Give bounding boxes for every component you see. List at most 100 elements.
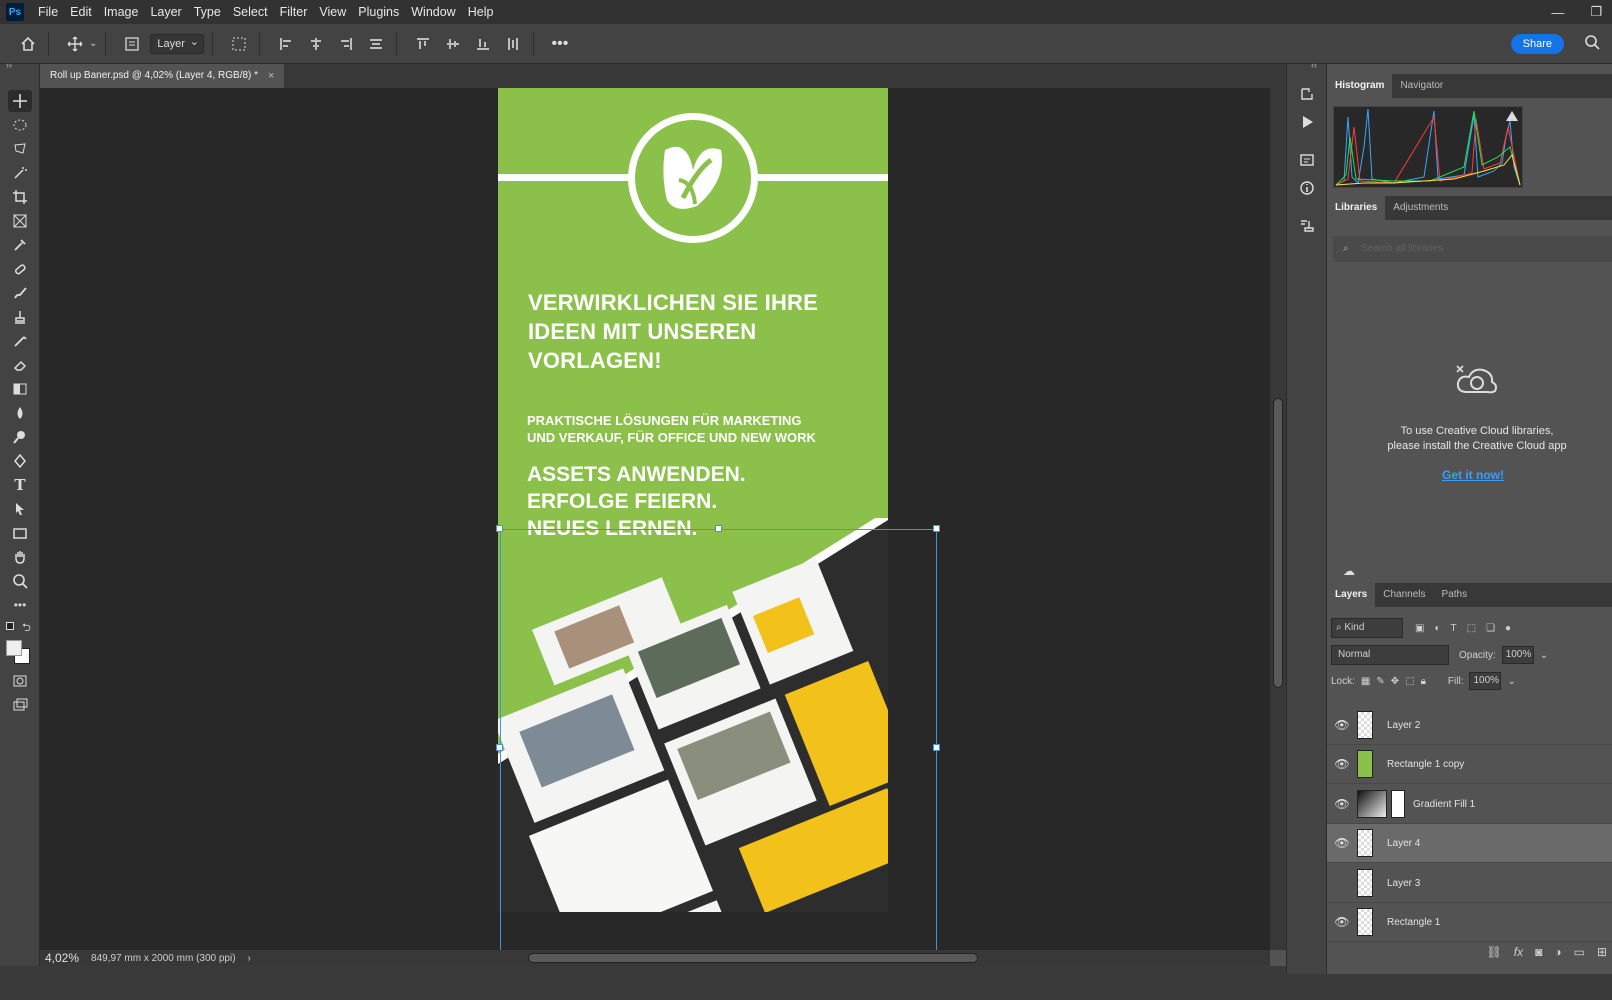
lock-transparent-icon[interactable]: ▦ [1361,676,1370,687]
transform-handle[interactable] [496,525,503,532]
visibility-eye-icon[interactable]: 👁︎ [1327,836,1357,850]
minimize-icon[interactable]: — [1551,5,1564,20]
transform-handle[interactable] [933,525,940,532]
eraser-tool-icon[interactable] [8,354,32,376]
layer-name[interactable]: Layer 3 [1387,878,1420,889]
restore-icon[interactable]: ❐ [1590,4,1602,20]
filter-adjustment-icon[interactable]: ◐ [1434,623,1440,634]
search-icon[interactable] [1584,34,1604,54]
distribute-icon[interactable] [364,32,388,56]
blur-tool-icon[interactable] [8,402,32,424]
lasso-tool-icon[interactable] [8,138,32,160]
align-top-icon[interactable] [411,32,435,56]
transform-handle[interactable] [715,525,722,532]
photoshop-logo-icon[interactable]: Ps [6,3,24,21]
cloud-sync-icon[interactable]: ☁ [1343,564,1355,578]
lock-artboard-icon[interactable]: ⬚ [1405,676,1414,687]
auto-select-target-dropdown[interactable]: Layer [150,33,204,54]
gradient-tool-icon[interactable] [8,378,32,400]
more-options-icon[interactable]: ••• [548,32,572,56]
tab-layers[interactable]: Layers [1327,583,1376,607]
home-icon[interactable] [16,32,40,56]
layer-mask-thumbnail[interactable] [1391,790,1405,818]
align-middle-icon[interactable] [441,32,465,56]
layer-name[interactable]: Rectangle 1 [1387,917,1440,928]
scrollbar-thumb[interactable] [1273,398,1283,688]
transform-handle[interactable] [933,744,940,751]
rectangle-tool-icon[interactable] [8,522,32,544]
horizontal-scrollbar[interactable] [272,950,1270,966]
menu-view[interactable]: View [313,0,352,24]
move-tool-icon[interactable] [8,90,32,112]
zoom-level[interactable]: 4,02% [45,951,79,965]
menu-filter[interactable]: Filter [274,0,314,24]
layer-name[interactable]: Rectangle 1 copy [1387,759,1464,770]
layer-row[interactable]: 👁︎ Rectangle 1 copy [1327,745,1612,784]
eyedropper-tool-icon[interactable] [8,234,32,256]
quick-mask-icon[interactable] [8,670,32,692]
lock-all-icon[interactable]: 🔒︎ [1421,676,1426,687]
layer-row[interactable]: Layer 3 [1327,864,1612,903]
crop-tool-icon[interactable] [8,186,32,208]
visibility-eye-icon[interactable]: 👁︎ [1327,718,1357,732]
close-icon[interactable]: × [268,64,274,88]
info-icon[interactable] [1295,176,1319,200]
library-search-input[interactable]: ⌕ Search all libraries [1333,236,1612,262]
tab-navigator[interactable]: Navigator [1392,74,1451,98]
menu-select[interactable]: Select [227,0,274,24]
path-selection-tool-icon[interactable] [8,498,32,520]
align-right-icon[interactable] [334,32,358,56]
tab-libraries[interactable]: Libraries [1327,196,1386,220]
swap-colors-icon[interactable]: ⮌ [22,619,31,638]
layer-name[interactable]: Layer 2 [1387,720,1420,731]
chevron-down-icon[interactable]: ⌄ [1540,650,1548,661]
adjustment-layer-icon[interactable]: ◑ [1554,945,1561,959]
layer-row[interactable]: 👁︎ Gradient Fill 1 [1327,785,1612,824]
collapse-toolbar-icon[interactable]: ›› [6,60,12,70]
filter-smart-object-icon[interactable]: ❏ [1486,623,1495,634]
fill-input[interactable]: 100% [1469,672,1502,690]
filter-pixel-icon[interactable]: ▣ [1415,623,1424,634]
layer-name[interactable]: Layer 4 [1387,838,1420,849]
magic-wand-tool-icon[interactable] [8,162,32,184]
get-it-now-link[interactable]: Get it now! [1423,468,1523,482]
menu-window[interactable]: Window [405,0,461,24]
layer-name[interactable]: Gradient Fill 1 [1413,799,1475,810]
transform-controls-icon[interactable] [227,32,251,56]
layer-row[interactable]: 👁︎ Layer 2 [1327,706,1612,745]
history-icon[interactable] [1295,82,1319,106]
share-button[interactable]: Share [1510,34,1564,54]
lock-pixels-icon[interactable]: ✎ [1376,676,1384,687]
align-bottom-icon[interactable] [471,32,495,56]
scrollbar-thumb[interactable] [528,953,978,963]
visibility-eye-icon[interactable]: 👁︎ [1327,797,1357,811]
marquee-tool-icon[interactable] [8,114,32,136]
menu-type[interactable]: Type [188,0,227,24]
menu-help[interactable]: Help [462,0,500,24]
add-mask-icon[interactable]: ◙ [1535,945,1542,959]
menu-image[interactable]: Image [98,0,145,24]
zoom-tool-icon[interactable] [8,570,32,592]
new-layer-icon[interactable]: ⊞ [1597,945,1607,959]
tab-paths[interactable]: Paths [1434,583,1476,607]
chevron-down-icon[interactable]: ⌄ [89,38,97,49]
auto-select-icon[interactable] [120,32,144,56]
screen-mode-icon[interactable] [8,694,32,716]
tab-adjustments[interactable]: Adjustments [1385,196,1456,220]
layer-row[interactable]: 👁︎ Layer 4 [1327,824,1612,863]
blend-mode-dropdown[interactable]: Normal [1331,645,1449,665]
menu-layer[interactable]: Layer [144,0,187,24]
properties-icon[interactable] [1295,148,1319,172]
chevron-right-icon[interactable]: › [248,953,251,964]
play-actions-icon[interactable] [1295,110,1319,134]
menu-edit[interactable]: Edit [64,0,98,24]
align-center-icon[interactable] [304,32,328,56]
distribute-vertical-icon[interactable] [501,32,525,56]
roll-up-banner-artboard[interactable]: VERWIRKLICHEN SIE IHRE IDEEN MIT UNSEREN… [498,88,888,912]
fx-icon[interactable]: fx [1514,945,1523,959]
tab-channels[interactable]: Channels [1375,583,1433,607]
layer-row[interactable]: 👁︎ Rectangle 1 [1327,903,1612,942]
menu-file[interactable]: File [32,0,64,24]
kind-filter-dropdown[interactable]: ⌕ Kind [1331,618,1403,638]
filter-type-icon[interactable]: T [1451,623,1457,634]
